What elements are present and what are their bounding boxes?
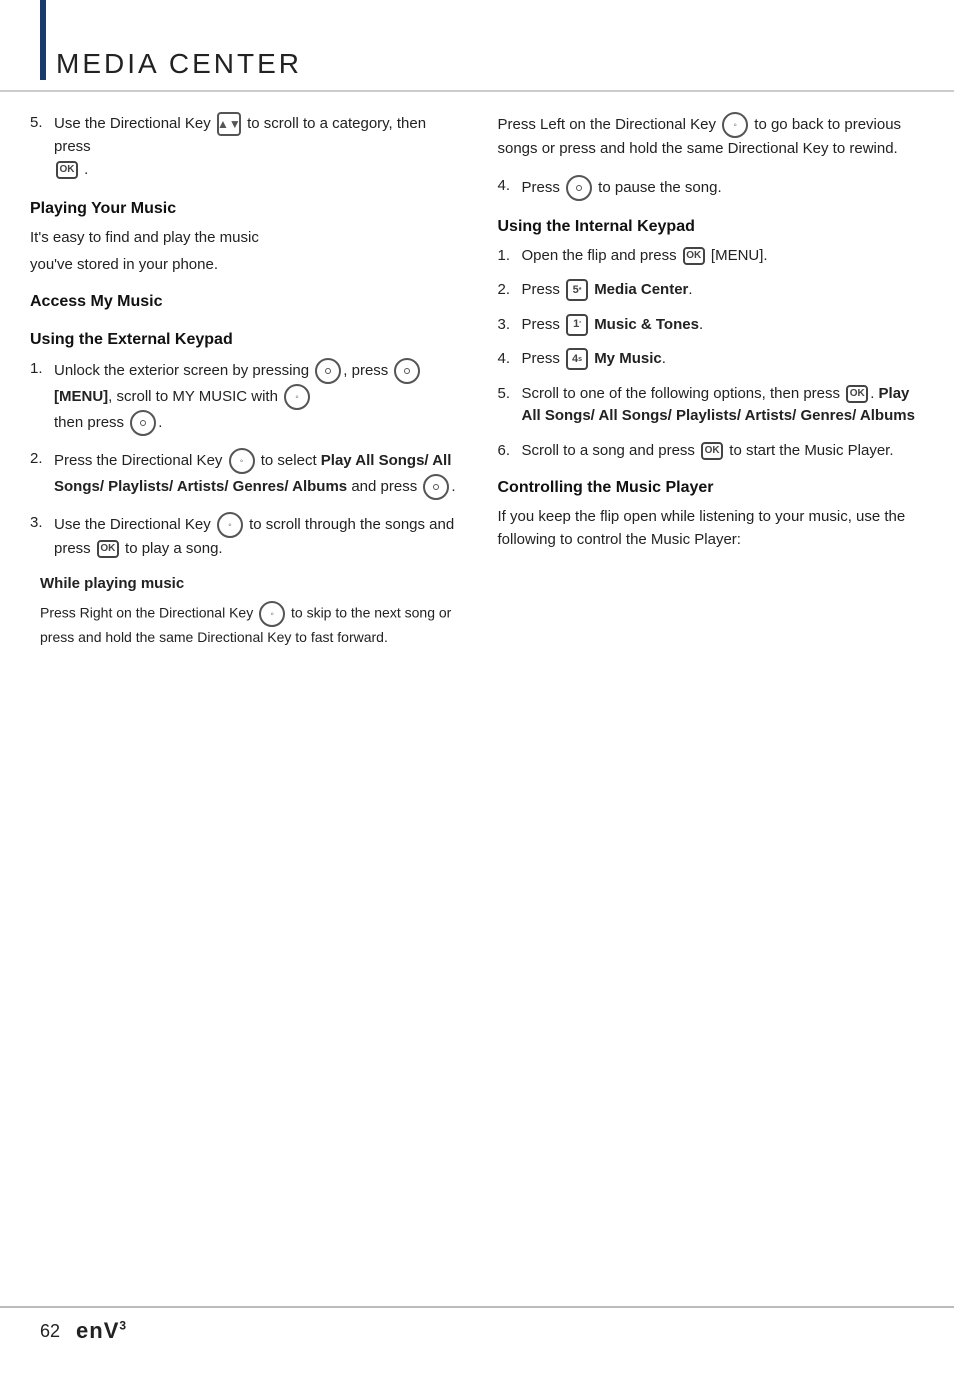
playing-intro-line1: It's easy to find and play the music <box>30 227 457 250</box>
main-content: 5. Use the Directional Key ▲▼ to scroll … <box>0 112 954 656</box>
int-step4-num: 4. <box>498 348 518 371</box>
logo: enV3 <box>76 1318 127 1344</box>
controlling-text: If you keep the flip open while listenin… <box>498 506 925 551</box>
page-number: 62 <box>40 1321 60 1342</box>
step4-right: 4. Press to pause the song. <box>498 175 925 201</box>
playing-your-music-heading: Playing Your Music <box>30 197 457 221</box>
page: MEDIA CENTER 5. Use the Directional Key … <box>0 0 954 1374</box>
int-step4-content: Press 4s My Music. <box>522 348 925 371</box>
ok-box-icon-4: OK <box>701 442 723 460</box>
title-section: MEDIA CENTER <box>0 30 954 92</box>
ext-step-2: 2. Press the Directional Key ◦ to select… <box>30 448 457 500</box>
int-step6-content: Scroll to a song and press OK to start t… <box>522 440 925 463</box>
key-5-icon: 5* <box>566 279 588 301</box>
accent-bar <box>40 0 46 80</box>
step4-content: Press to pause the song. <box>522 175 925 201</box>
page-title: MEDIA CENTER <box>56 48 914 80</box>
while-playing-left-text: Press Left on the Directional Key ◦ to g… <box>498 112 925 161</box>
step5-content: Use the Directional Key ▲▼ to scroll to … <box>54 112 457 181</box>
dir-key-icon-1: ◦ <box>284 384 310 410</box>
internal-keypad-heading: Using the Internal Keypad <box>498 215 925 239</box>
ext-step-3: 3. Use the Directional Key ◦ to scroll t… <box>30 512 457 561</box>
int-step6-num: 6. <box>498 440 518 463</box>
logo-version: 3 <box>119 1319 127 1333</box>
int-step-3: 3. Press 1' Music & Tones. <box>498 314 925 337</box>
dir-key-icon-3: ◦ <box>217 512 243 538</box>
step5-text: Use the Directional Key <box>54 115 211 132</box>
left-column: 5. Use the Directional Key ▲▼ to scroll … <box>30 112 477 656</box>
step3-num: 3. <box>30 512 50 535</box>
while-playing-cont: Press Left on the Directional Key ◦ to g… <box>498 112 925 161</box>
int-step2-content: Press 5* Media Center. <box>522 279 925 302</box>
int-step-4: 4. Press 4s My Music. <box>498 348 925 371</box>
ext-step-1: 1. Unlock the exterior screen by pressin… <box>30 358 457 436</box>
ok-box-icon-1: OK <box>97 540 119 558</box>
ok-circle-icon-5 <box>566 175 592 201</box>
dir-key-icon-2: ◦ <box>229 448 255 474</box>
step1-num: 1. <box>30 358 50 381</box>
ok-circle-icon-2 <box>394 358 420 384</box>
int-step-1: 1. Open the flip and press OK [MENU]. <box>498 245 925 268</box>
directional-key-updown-icon: ▲▼ <box>217 112 241 136</box>
step1-content: Unlock the exterior screen by pressing ,… <box>54 358 457 436</box>
step5-intro: 5. Use the Directional Key ▲▼ to scroll … <box>30 112 457 181</box>
int-step3-num: 3. <box>498 314 518 337</box>
key-1-icon: 1' <box>566 314 588 336</box>
ext-keypad-steps: 1. Unlock the exterior screen by pressin… <box>30 358 457 561</box>
int-step-5: 5. Scroll to one of the following option… <box>498 383 925 428</box>
int-step-2: 2. Press 5* Media Center. <box>498 279 925 302</box>
dir-right-icon: ◦ <box>259 601 285 627</box>
footer: 62 enV3 <box>0 1306 954 1354</box>
playing-intro-line2: you've stored in your phone. <box>30 254 457 277</box>
ok-circle-icon-1 <box>315 358 341 384</box>
ok-circle-icon-3 <box>130 410 156 436</box>
ok-button-icon: OK <box>56 161 78 179</box>
int-step-6: 6. Scroll to a song and press OK to star… <box>498 440 925 463</box>
step3-content: Use the Directional Key ◦ to scroll thro… <box>54 512 457 561</box>
int-step1-num: 1. <box>498 245 518 268</box>
int-step5-content: Scroll to one of the following options, … <box>522 383 925 428</box>
while-playing-right: Press Right on the Directional Key ◦ to … <box>40 601 457 648</box>
ext-keypad-heading: Using the External Keypad <box>30 328 457 352</box>
dir-left-icon: ◦ <box>722 112 748 138</box>
step2-content: Press the Directional Key ◦ to select Pl… <box>54 448 457 500</box>
ok-box-icon-3: OK <box>846 385 868 403</box>
internal-keypad-steps: 1. Open the flip and press OK [MENU]. 2.… <box>498 245 925 463</box>
step4-num: 4. <box>498 175 518 198</box>
right-column: Press Left on the Directional Key ◦ to g… <box>477 112 925 656</box>
access-my-music-heading: Access My Music <box>30 290 457 314</box>
controlling-heading: Controlling the Music Player <box>498 476 925 500</box>
key-4-icon: 4s <box>566 348 588 370</box>
int-step2-num: 2. <box>498 279 518 302</box>
ok-circle-icon-4 <box>423 474 449 500</box>
while-playing-heading: While playing music <box>40 573 457 596</box>
int-step3-content: Press 1' Music & Tones. <box>522 314 925 337</box>
step5-num: 5. <box>30 112 50 135</box>
int-step1-content: Open the flip and press OK [MENU]. <box>522 245 925 268</box>
while-playing-section: While playing music Press Right on the D… <box>40 573 457 649</box>
playing-intro: It's easy to find and play the music you… <box>30 227 457 276</box>
ok-box-icon-2: OK <box>683 247 705 265</box>
int-step5-num: 5. <box>498 383 518 406</box>
step2-num: 2. <box>30 448 50 471</box>
